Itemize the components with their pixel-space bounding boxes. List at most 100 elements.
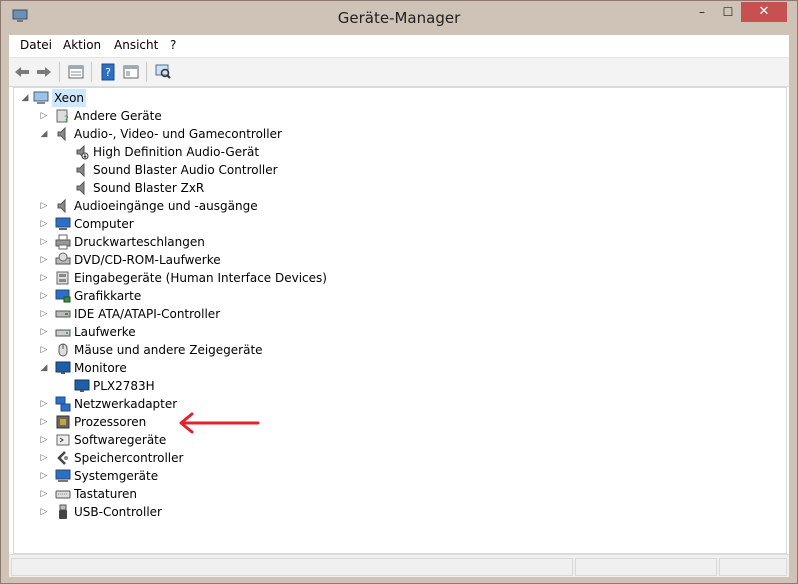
expand-icon[interactable]: ▷	[39, 215, 49, 233]
expand-icon[interactable]: ▷	[39, 485, 49, 503]
menu-help[interactable]: ?	[170, 38, 176, 52]
tree-node[interactable]: ▷ IDE ATA/ATAPI-Controller	[14, 305, 414, 323]
tree-node[interactable]: ▷ USB-Controller	[14, 503, 414, 521]
expand-icon[interactable]: ▷	[39, 251, 49, 269]
expand-icon[interactable]: ▷	[39, 287, 49, 305]
system-device-icon	[55, 469, 71, 482]
tree-node[interactable]: ◢ Monitore	[14, 359, 414, 377]
tree-node-label: Tastaturen	[74, 487, 137, 501]
tree-node[interactable]: ◢ Audio-, Video- und Gamecontroller	[14, 125, 414, 143]
tree-node[interactable]: ▷ DVD/CD-ROM-Laufwerke	[14, 251, 414, 269]
tree-node[interactable]: ▷ Systemgeräte	[14, 467, 414, 485]
expand-icon[interactable]: ▷	[39, 323, 49, 341]
device-tree[interactable]: ◢ Xeon ▷ ? Andere Geräte ◢ Audio-, Video…	[13, 87, 787, 554]
tree-node-label: IDE ATA/ATAPI-Controller	[74, 307, 221, 321]
hid-icon	[56, 271, 69, 285]
view-icon[interactable]	[122, 63, 140, 81]
tree-root[interactable]: ◢ Xeon	[14, 89, 214, 107]
tree-node-label: USB-Controller	[74, 505, 162, 519]
monitor-icon	[55, 361, 71, 374]
tree-root-label: Xeon	[52, 89, 87, 107]
menu-aktion[interactable]: Aktion	[63, 38, 101, 52]
toolbar-separator	[91, 62, 92, 82]
back-icon[interactable]	[13, 63, 31, 81]
minimize-button[interactable]: –	[689, 2, 715, 22]
expand-icon[interactable]: ▷	[39, 395, 49, 413]
tree-node[interactable]: ▷ Audioeingänge und -ausgänge	[14, 197, 414, 215]
speaker-icon	[76, 144, 89, 160]
keyboard-icon	[55, 490, 71, 499]
expand-icon[interactable]: ▷	[39, 467, 49, 485]
speaker-icon	[57, 198, 66, 214]
svg-text:?: ?	[105, 66, 111, 79]
tree-node-label: Audioeingänge und -ausgänge	[74, 199, 258, 213]
collapse-icon[interactable]: ◢	[39, 125, 49, 143]
collapse-icon[interactable]: ◢	[39, 359, 49, 377]
status-segment	[11, 558, 573, 576]
tree-leaf[interactable]: PLX2783H	[14, 377, 414, 395]
collapse-icon[interactable]: ◢	[20, 89, 30, 107]
tree-node-label: Computer	[74, 217, 134, 231]
tree-leaf[interactable]: Sound Blaster ZxR	[14, 179, 414, 197]
device-manager-window: Geräte-Manager – ☐ ✕ Datei Aktion Ansich…	[0, 0, 798, 584]
expand-icon[interactable]: ▷	[39, 305, 49, 323]
expand-icon[interactable]: ▷	[39, 107, 49, 125]
maximize-button[interactable]: ☐	[715, 2, 741, 22]
tree-leaf[interactable]: Sound Blaster Audio Controller	[14, 161, 414, 179]
tree-node-label: Andere Geräte	[74, 109, 162, 123]
status-bar	[9, 554, 789, 577]
expand-icon[interactable]: ▷	[39, 197, 49, 215]
expand-icon[interactable]: ▷	[39, 413, 49, 431]
status-segment	[719, 558, 787, 576]
tree-node[interactable]: ▷ Laufwerke	[14, 323, 414, 341]
expand-icon[interactable]: ▷	[39, 431, 49, 449]
tree-node[interactable]: ▷ Speichercontroller	[14, 449, 414, 467]
help-icon[interactable]: ?	[99, 63, 117, 81]
speaker-icon	[76, 162, 85, 178]
computer-icon	[33, 91, 49, 104]
tree-node[interactable]: ▷ Mäuse und andere Zeigegeräte	[14, 341, 414, 359]
tree-leaf[interactable]: High Definition Audio-Gerät	[14, 143, 414, 161]
tree-node-label: Grafikkarte	[74, 289, 142, 303]
tree-node[interactable]: ▷ Grafikkarte	[14, 287, 414, 305]
tree-node-label: Softwaregeräte	[74, 433, 167, 447]
title-bar[interactable]: Geräte-Manager – ☐ ✕	[1, 1, 797, 35]
annotation-arrow-icon	[179, 412, 260, 434]
menu-bar: Datei Aktion Ansicht ?	[9, 35, 789, 57]
tree-node-label: Netzwerkadapter	[74, 397, 178, 411]
ide-controller-icon	[55, 310, 71, 318]
forward-icon[interactable]	[35, 63, 53, 81]
mouse-icon	[58, 343, 68, 357]
tree-node-label: Systemgeräte	[74, 469, 159, 483]
scan-hardware-icon[interactable]	[154, 63, 172, 81]
tree-node[interactable]: ▷ Computer	[14, 215, 414, 233]
tree-node-label: Laufwerke	[74, 325, 136, 339]
tree-node[interactable]: ▷ ? Andere Geräte	[14, 107, 414, 125]
expand-icon[interactable]: ▷	[39, 449, 49, 467]
tree-node[interactable]: ▷ Eingabegeräte (Human Interface Devices…	[14, 269, 414, 287]
svg-text:?: ?	[64, 115, 69, 124]
menu-datei[interactable]: Datei	[20, 38, 52, 52]
tree-node[interactable]: ▷ Tastaturen	[14, 485, 414, 503]
computer-icon	[55, 217, 71, 230]
usb-icon	[59, 504, 67, 519]
properties-icon[interactable]	[67, 63, 85, 81]
close-button[interactable]: ✕	[741, 2, 787, 22]
expand-icon[interactable]: ▷	[39, 269, 49, 287]
menu-ansicht[interactable]: Ansicht	[114, 38, 158, 52]
unknown-device-icon: ?	[56, 109, 69, 124]
expand-icon[interactable]: ▷	[39, 233, 49, 251]
disc-drive-icon	[55, 252, 71, 265]
tree-node-label: Monitore	[74, 361, 127, 375]
tree-node[interactable]: ▷ Druckwarteschlangen	[14, 233, 414, 251]
expand-icon[interactable]: ▷	[39, 503, 49, 521]
window-title: Geräte-Manager	[337, 9, 461, 27]
tree-node-label: Prozessoren	[74, 415, 147, 429]
tree-node-label: Audio-, Video- und Gamecontroller	[74, 127, 282, 141]
tree-node-label: Druckwarteschlangen	[74, 235, 205, 249]
tree-leaf-label: High Definition Audio-Gerät	[93, 145, 260, 159]
expand-icon[interactable]: ▷	[39, 341, 49, 359]
tree-leaf-label: PLX2783H	[93, 379, 155, 393]
tree-node-label: DVD/CD-ROM-Laufwerke	[74, 253, 221, 267]
processor-icon	[56, 415, 70, 429]
